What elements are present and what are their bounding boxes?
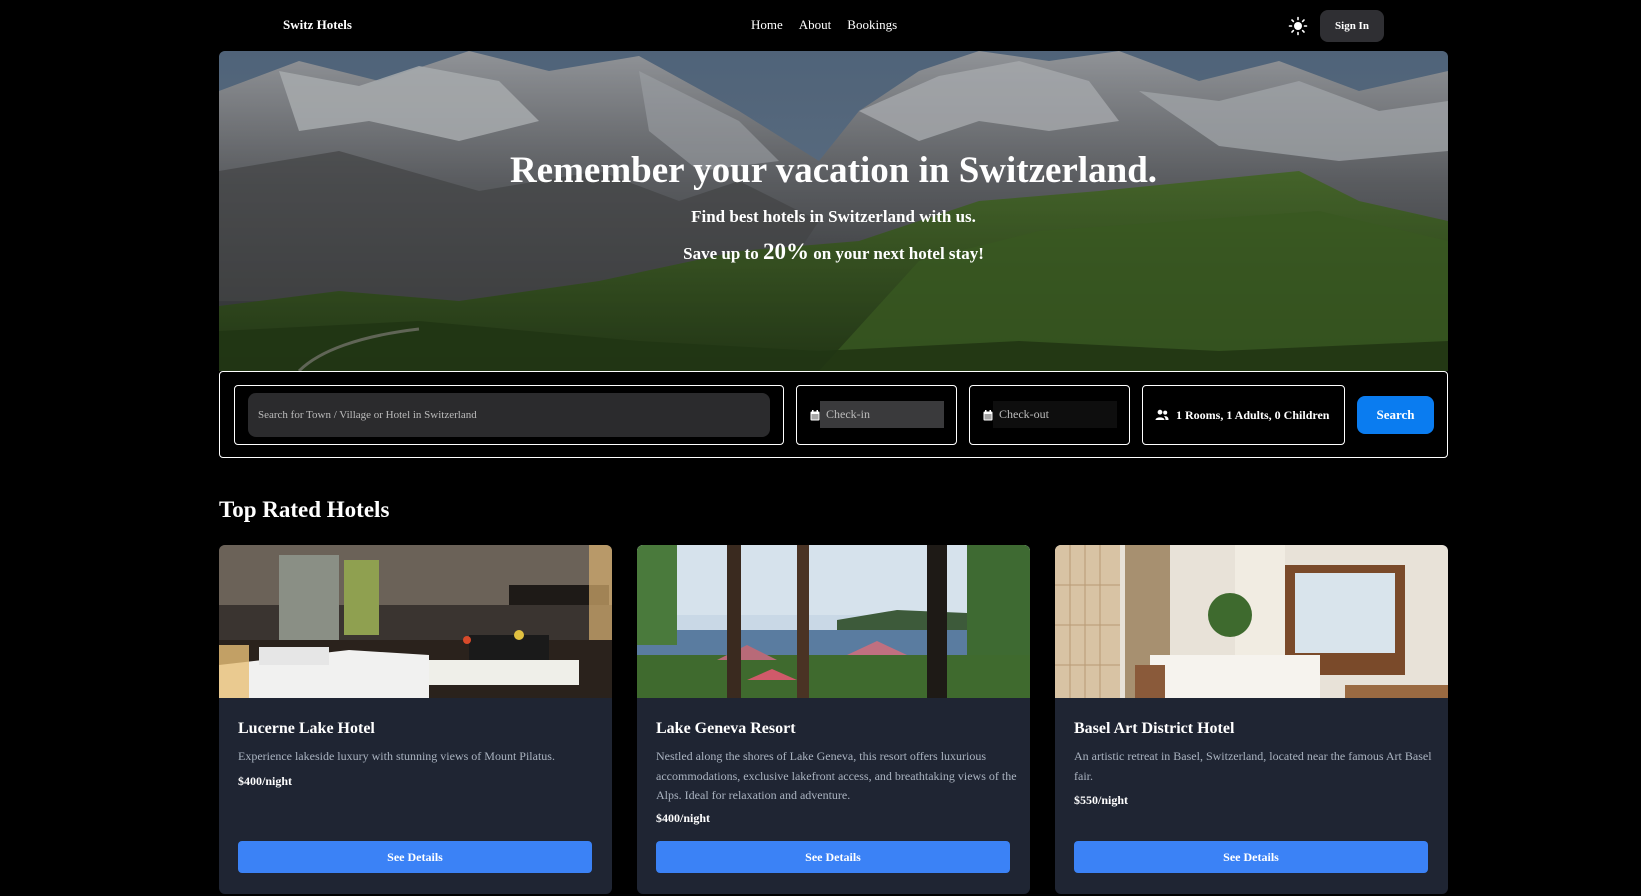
nav-home-link[interactable]: Home <box>751 17 783 33</box>
see-details-button[interactable]: See Details <box>656 841 1010 873</box>
sign-in-button[interactable]: Sign In <box>1320 10 1384 42</box>
main-nav: Home About Bookings <box>751 17 897 33</box>
checkout-field <box>969 385 1130 445</box>
hotel-price: $400/night <box>656 811 711 825</box>
hotel-card: Lake Geneva Resort Nestled along the sho… <box>637 545 1030 894</box>
lake-resort-image <box>637 545 1030 698</box>
hotel-description: Nestled along the shores of Lake Geneva,… <box>656 749 1017 802</box>
checkin-input[interactable] <box>820 401 944 428</box>
promo-prefix: Save up to <box>683 244 759 263</box>
checkout-input[interactable] <box>993 401 1117 428</box>
hero-subtitle: Find best hotels in Switzerland with us. <box>691 207 976 226</box>
hotel-name: Lake Geneva Resort <box>656 720 796 737</box>
location-field <box>234 385 784 445</box>
search-bar: 1 Rooms, 1 Adults, 0 Children Search <box>219 371 1448 458</box>
calendar-icon <box>983 410 993 421</box>
hotel-card: Basel Art District Hotel An artistic ret… <box>1055 545 1448 894</box>
hero-banner: Remember your vacation in Switzerland. F… <box>219 51 1448 371</box>
section-title: Top Rated Hotels <box>219 497 390 522</box>
hotel-card: Lucerne Lake Hotel Experience lakeside l… <box>219 545 612 894</box>
nav-about-link[interactable]: About <box>799 17 832 33</box>
hotel-price: $550/night <box>1074 793 1129 807</box>
guests-summary: 1 Rooms, 1 Adults, 0 Children <box>1176 407 1330 422</box>
header: Switz Hotels Home About Bookings Sign In <box>0 0 1641 50</box>
see-details-button[interactable]: See Details <box>1074 841 1428 873</box>
users-icon <box>1155 409 1169 420</box>
nav-bookings-link[interactable]: Bookings <box>847 17 897 33</box>
hotel-room-image <box>219 545 612 698</box>
search-button[interactable]: Search <box>1357 396 1434 434</box>
hotel-name: Lucerne Lake Hotel <box>238 720 375 737</box>
hotel-name: Basel Art District Hotel <box>1074 720 1235 737</box>
hotel-price: $400/night <box>238 774 293 788</box>
location-search-input[interactable] <box>248 393 770 437</box>
hero-title: Remember your vacation in Switzerland. <box>509 150 1158 191</box>
promo-value: 20% <box>762 239 809 264</box>
brand-logo[interactable]: Switz Hotels <box>283 17 352 33</box>
calendar-icon <box>810 410 820 421</box>
hotel-description: Experience lakeside luxury with stunning… <box>238 749 555 763</box>
hotel-description: An artistic retreat in Basel, Switzerlan… <box>1074 749 1432 783</box>
guests-selector[interactable]: 1 Rooms, 1 Adults, 0 Children <box>1142 385 1345 445</box>
hotel-suite-image <box>1055 545 1448 698</box>
see-details-button[interactable]: See Details <box>238 841 592 873</box>
sun-icon[interactable] <box>1288 16 1308 36</box>
promo-suffix: on your next hotel stay! <box>813 244 984 263</box>
checkin-field <box>796 385 957 445</box>
hero-promo: Save up to 20% on your next hotel stay! <box>219 239 1448 265</box>
